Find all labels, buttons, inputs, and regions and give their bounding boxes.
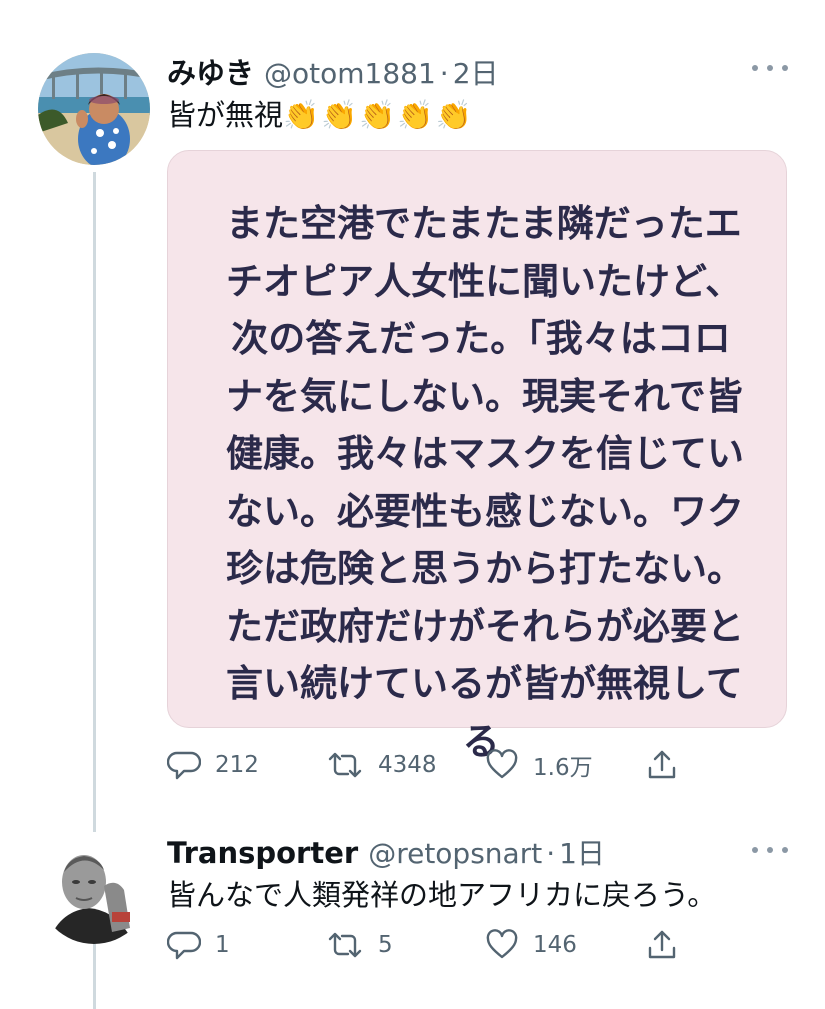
- retweet-icon: [326, 928, 364, 962]
- tweet2-retweet-button[interactable]: 5: [326, 928, 393, 962]
- tweet1-image[interactable]: また空港でたまたま隣だったエ チオピア人女性に聞いたけど、 次の答えだった。「我…: [167, 150, 787, 763]
- tweet1-image-text: また空港でたまたま隣だったエ チオピア人女性に聞いたけど、 次の答えだった。「我…: [226, 202, 744, 763]
- tweet2-text: 皆んなで人類発祥の地アフリカに戻ろう。: [167, 878, 717, 912]
- tweet1-reply-count: 212: [215, 752, 259, 778]
- tweet1-handle[interactable]: @otom1881: [264, 57, 436, 90]
- tweet2-reply-count: 1: [215, 932, 230, 958]
- tweet1-header: みゆき @otom1881 · 2日: [167, 50, 499, 92]
- share-icon: [645, 748, 679, 782]
- tweet1-retweet-button[interactable]: 4348: [326, 748, 437, 782]
- tweet1-like-button[interactable]: 1.6万: [485, 748, 593, 782]
- tweet1-retweet-count: 4348: [378, 752, 437, 778]
- tweet2-like-count: 146: [533, 932, 577, 958]
- tweet2-header: Transporter @retopsnart · 1日: [167, 832, 605, 872]
- tweet1-more-icon[interactable]: [752, 56, 788, 80]
- avatar-photo-man: [38, 832, 150, 944]
- tweet2-handle[interactable]: @retopsnart: [368, 837, 542, 870]
- comment-icon: [167, 928, 201, 962]
- comment-icon: [167, 748, 201, 782]
- tweet2-share-button[interactable]: [645, 928, 679, 962]
- tweet2-retweet-count: 5: [378, 932, 393, 958]
- clapping-hands-emoji-row: 👏👏👏👏👏: [283, 98, 474, 132]
- tweet1-like-count: 1.6万: [533, 755, 593, 781]
- tweet2-like-button[interactable]: 146: [485, 928, 577, 962]
- tweet2-reply-button[interactable]: 1: [167, 928, 230, 962]
- tweet2-timestamp[interactable]: 1日: [559, 832, 605, 872]
- heart-icon: [485, 928, 519, 962]
- tweet2-more-icon[interactable]: [752, 838, 788, 862]
- tweet1-timestamp[interactable]: 2日: [453, 52, 499, 92]
- avatar-transporter[interactable]: [38, 832, 150, 944]
- share-icon: [645, 928, 679, 962]
- tweet1-share-button[interactable]: [645, 748, 679, 782]
- tweet2-separator: ·: [546, 837, 556, 870]
- tweet1-text-body: 皆が無視: [167, 98, 284, 132]
- retweet-icon: [326, 748, 364, 782]
- avatar-photo-beach: [38, 53, 150, 165]
- tweet1-reply-button[interactable]: 212: [167, 748, 259, 782]
- heart-icon: [485, 748, 519, 782]
- tweet1-text: 皆が無視👏👏👏👏👏: [167, 92, 474, 134]
- avatar-miyuki[interactable]: [38, 53, 150, 165]
- tweet1-separator: ·: [439, 57, 449, 90]
- tweet1-display-name[interactable]: みゆき: [167, 50, 254, 92]
- tweet2-display-name[interactable]: Transporter: [167, 836, 358, 870]
